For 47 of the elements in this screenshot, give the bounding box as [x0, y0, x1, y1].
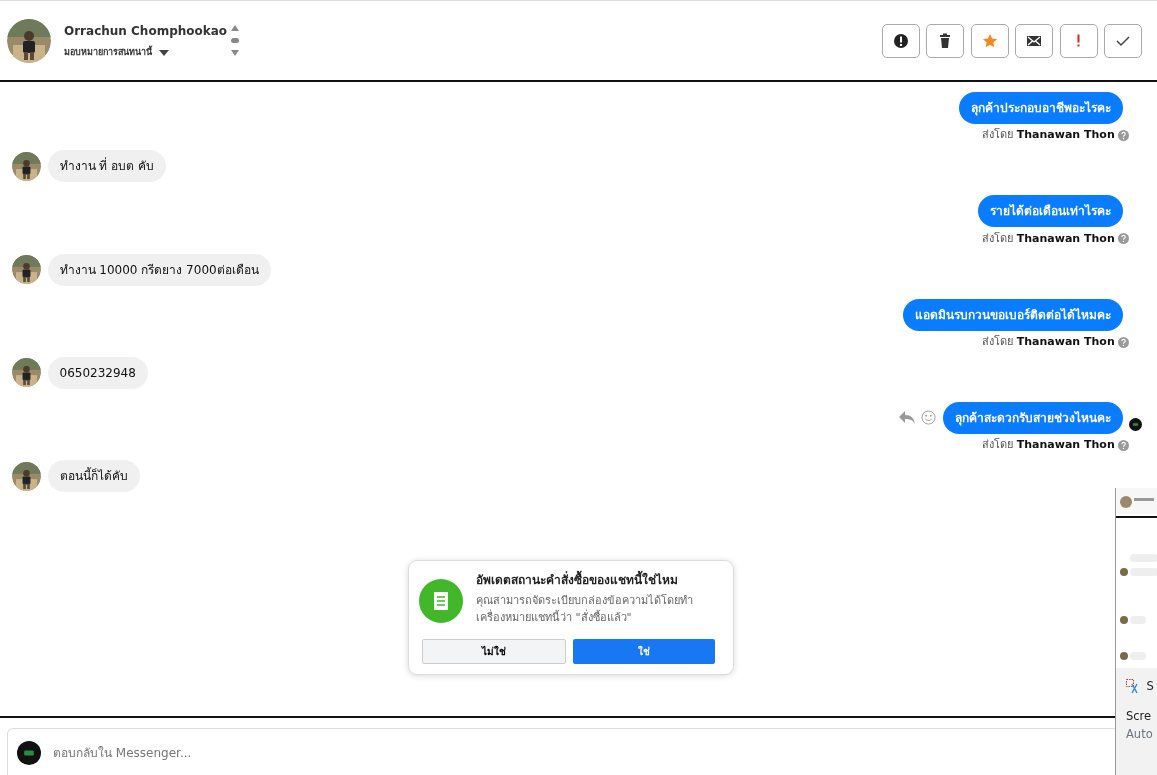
receipt-icon: [419, 579, 463, 623]
sent-by-label: ส่งโดย Thanawan Thon: [982, 127, 1115, 144]
reply-icon[interactable]: [898, 410, 915, 425]
message-bubble: ลุกค้าสะดวกรับสายช่วงไหนคะ: [942, 401, 1123, 434]
message-bubble: ลุกค้าประกอบอาชีพอะไรคะ: [958, 92, 1123, 124]
avatar: [12, 151, 41, 181]
avatar: [12, 358, 41, 388]
done-button[interactable]: [1104, 23, 1142, 58]
page-avatar: [17, 741, 41, 765]
app-name: S: [1146, 678, 1154, 695]
notification-text: Auto: [1126, 726, 1153, 741]
sent-by-label: ส่งโดย Thanawan Thon: [982, 437, 1115, 453]
delete-button[interactable]: [926, 23, 964, 58]
help-icon[interactable]: [1118, 336, 1129, 348]
message-bubble: 0650232948: [47, 356, 148, 389]
message-bubble: ตอนนี้ก็ได้คับ: [47, 460, 140, 492]
emoji-icon[interactable]: [921, 410, 936, 426]
spam-icon: [892, 32, 909, 49]
yes-button[interactable]: ใช่: [572, 639, 715, 665]
message-bubble: แอดมินรบกวนขอเบอร์ติดต่อได้ไหมคะ: [902, 298, 1123, 331]
unread-button[interactable]: [1015, 23, 1053, 58]
contact-name: Orrachun Chomphookao: [64, 22, 228, 40]
avatar: [12, 255, 41, 284]
important-button[interactable]: [1059, 23, 1098, 58]
exclamation-icon: [1077, 34, 1080, 47]
message-bubble: ทำงาน 10000 กรีดยาง 7000ต่อเดือน: [47, 253, 271, 286]
sent-by-label: ส่งโดย Thanawan Thon: [982, 230, 1115, 247]
help-icon[interactable]: [1118, 130, 1129, 141]
spam-button[interactable]: [881, 23, 920, 58]
star-button[interactable]: [970, 23, 1009, 58]
assign-dropdown[interactable]: มอบหมายการสนทนานี้: [64, 46, 228, 60]
no-button[interactable]: ไม่ใช่: [422, 639, 567, 665]
sent-by-label: ส่งโดย Thanawan Thon: [982, 333, 1115, 350]
message-bubble: ทำงาน ที่ อบต คับ: [47, 150, 166, 183]
caret-icon: [158, 49, 169, 56]
help-icon[interactable]: [1118, 439, 1129, 451]
notification-title: Scre: [1126, 709, 1152, 724]
help-icon[interactable]: [1118, 233, 1129, 245]
scissors-icon: [1126, 678, 1140, 695]
dialog-title: อัพเดตสถานะคำสั่งซื้อของแชทนี้ใช่ไหม: [476, 571, 715, 589]
avatar: [12, 461, 41, 491]
avatar: [7, 18, 51, 63]
dialog-message: คุณสามารถจัดระเบียบกล่องข้อความได้โดยทำเครื่องหมายแชทนี้ว่า "สั่งซื้อแล้ว": [476, 593, 694, 627]
seen-avatar: [1129, 418, 1142, 432]
star-icon: [981, 32, 998, 49]
trash-icon: [937, 32, 953, 49]
message-bubble: รายได้ต่อเดือนเท่าไรคะ: [977, 195, 1123, 228]
